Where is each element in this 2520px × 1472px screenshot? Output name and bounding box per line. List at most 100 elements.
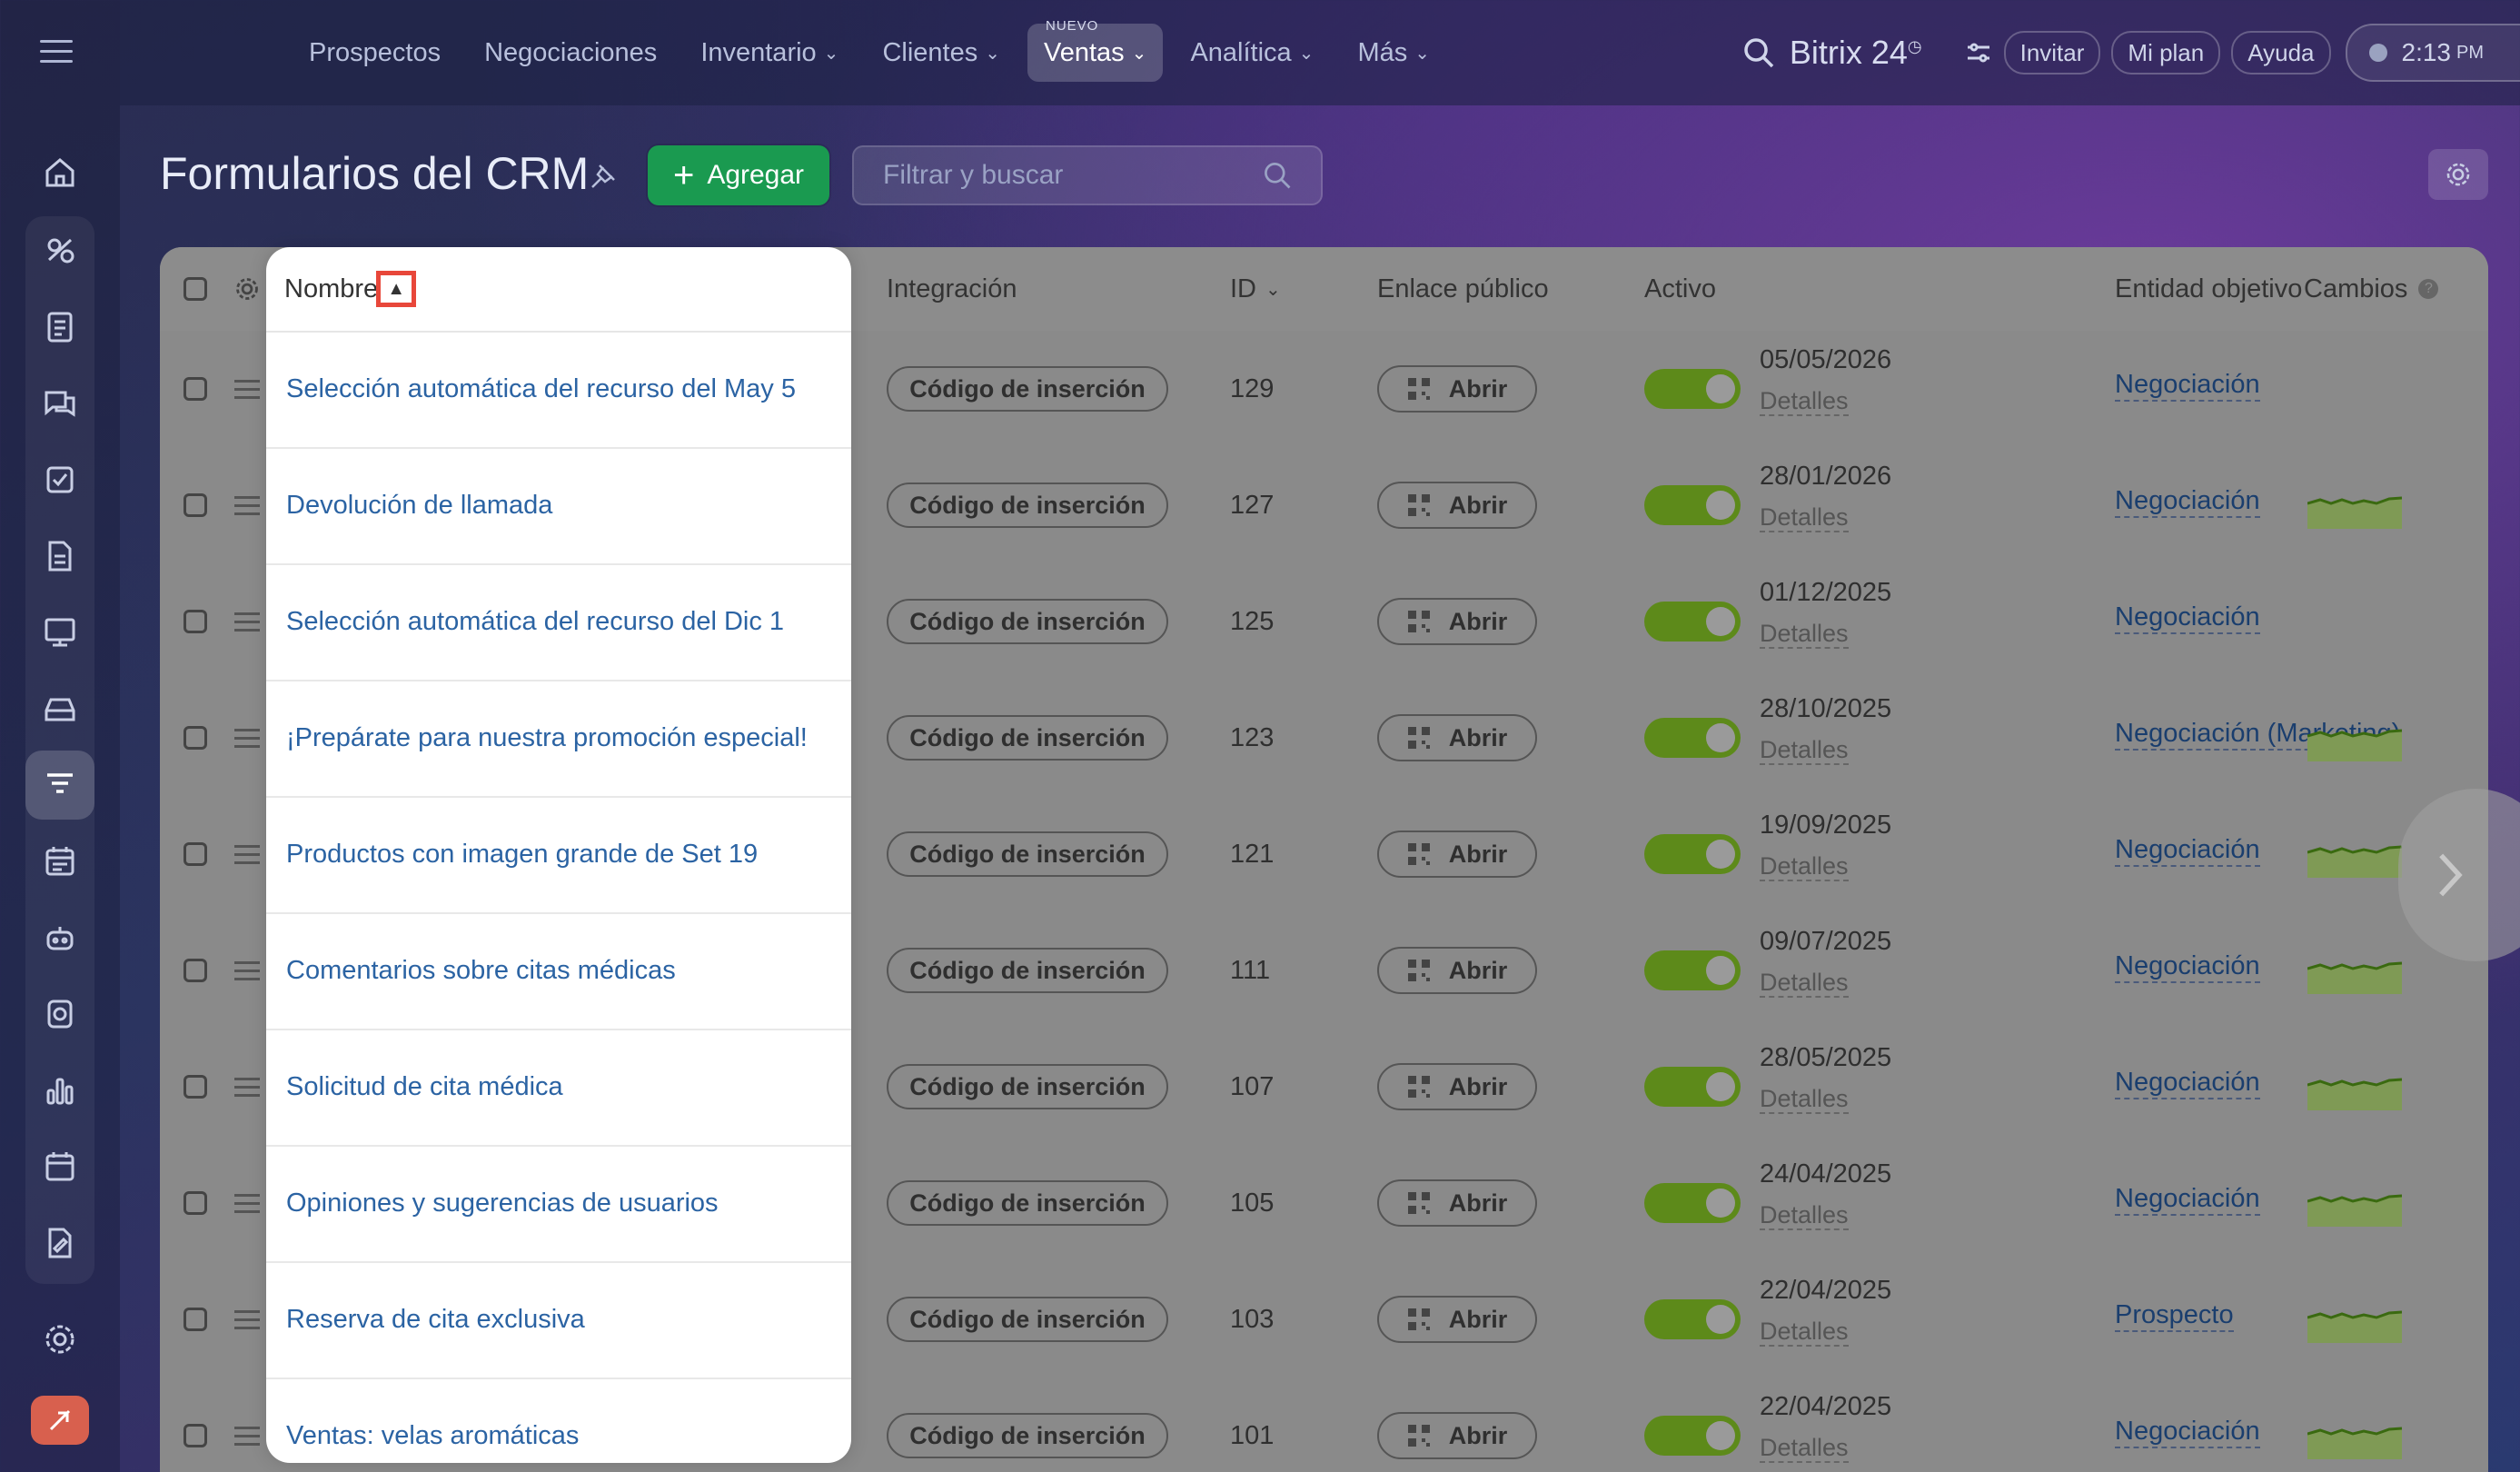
column-id[interactable]: ID ⌄ bbox=[1230, 247, 1281, 331]
nav-item[interactable]: Analítica ⌄ bbox=[1174, 24, 1330, 82]
search-icon[interactable] bbox=[1261, 159, 1294, 192]
form-name-link[interactable]: Selección automática del recurso del May… bbox=[266, 331, 851, 449]
form-name-link[interactable]: Opiniones y sugerencias de usuarios bbox=[266, 1145, 851, 1263]
column-settings-icon[interactable] bbox=[234, 276, 260, 302]
target-entity-link[interactable]: Prospecto bbox=[2115, 1299, 2234, 1332]
drag-handle-icon[interactable] bbox=[234, 845, 260, 870]
open-public-link-button[interactable]: Abrir bbox=[1377, 714, 1537, 761]
open-public-link-button[interactable]: Abrir bbox=[1377, 1296, 1537, 1343]
open-public-link-button[interactable]: Abrir bbox=[1377, 947, 1537, 994]
signature-icon[interactable] bbox=[25, 1208, 94, 1278]
gauge-icon[interactable] bbox=[25, 216, 94, 285]
form-name-link[interactable]: ¡Prepárate para nuestra promoción especi… bbox=[266, 680, 851, 798]
active-toggle[interactable] bbox=[1644, 950, 1741, 990]
open-public-link-button[interactable]: Abrir bbox=[1377, 1412, 1537, 1459]
integration-button[interactable]: Código de inserción bbox=[887, 831, 1168, 877]
nav-item[interactable]: Negociaciones bbox=[468, 24, 673, 82]
open-public-link-button[interactable]: Abrir bbox=[1377, 482, 1537, 529]
calendar-list-icon[interactable] bbox=[25, 827, 94, 896]
form-name-link[interactable]: Reserva de cita exclusiva bbox=[266, 1261, 851, 1379]
funnel-icon[interactable] bbox=[25, 751, 94, 820]
sliders-icon[interactable] bbox=[1964, 38, 1993, 67]
open-public-link-button[interactable]: Abrir bbox=[1377, 1063, 1537, 1110]
details-link[interactable]: Detalles bbox=[1760, 1201, 1849, 1230]
active-toggle[interactable] bbox=[1644, 1299, 1741, 1339]
target-entity-link[interactable]: Negociación bbox=[2115, 369, 2260, 402]
target-entity-link[interactable]: Negociación bbox=[2115, 950, 2260, 983]
open-public-link-button[interactable]: Abrir bbox=[1377, 830, 1537, 878]
settings-button[interactable] bbox=[2428, 149, 2488, 200]
open-public-link-button[interactable]: Abrir bbox=[1377, 598, 1537, 645]
target-entity-link[interactable]: Negociación bbox=[2115, 834, 2260, 867]
select-all-checkbox[interactable] bbox=[184, 277, 207, 301]
form-name-link[interactable]: Comentarios sobre citas médicas bbox=[266, 912, 851, 1030]
integration-button[interactable]: Código de inserción bbox=[887, 482, 1168, 528]
sort-ascending-icon[interactable]: ▲ bbox=[376, 271, 417, 307]
filter-search-box[interactable] bbox=[852, 145, 1323, 205]
drag-handle-icon[interactable] bbox=[234, 961, 260, 986]
analytics-icon[interactable] bbox=[25, 1056, 94, 1125]
column-name-header[interactable]: Nombre ▲ bbox=[266, 247, 851, 333]
column-public-link[interactable]: Enlace público bbox=[1377, 247, 1549, 331]
column-integration[interactable]: Integración bbox=[887, 247, 1017, 331]
open-public-link-button[interactable]: Abrir bbox=[1377, 1179, 1537, 1227]
integration-button[interactable]: Código de inserción bbox=[887, 1413, 1168, 1458]
drag-handle-icon[interactable] bbox=[234, 612, 260, 637]
form-name-link[interactable]: Selección automática del recurso del Dic… bbox=[266, 563, 851, 681]
search-icon[interactable] bbox=[1741, 35, 1777, 71]
details-link[interactable]: Detalles bbox=[1760, 1085, 1849, 1114]
row-checkbox[interactable] bbox=[184, 1308, 207, 1331]
active-toggle[interactable] bbox=[1644, 1183, 1741, 1223]
row-checkbox[interactable] bbox=[184, 610, 207, 633]
active-toggle[interactable] bbox=[1644, 602, 1741, 642]
active-toggle[interactable] bbox=[1644, 485, 1741, 525]
row-checkbox[interactable] bbox=[184, 1191, 207, 1215]
row-checkbox[interactable] bbox=[184, 1075, 207, 1099]
details-link[interactable]: Detalles bbox=[1760, 1434, 1849, 1463]
details-link[interactable]: Detalles bbox=[1760, 620, 1849, 649]
form-name-link[interactable]: Productos con imagen grande de Set 19 bbox=[266, 796, 851, 914]
target-entity-link[interactable]: Negociación bbox=[2115, 485, 2260, 518]
settings-gear-icon[interactable] bbox=[25, 1305, 94, 1374]
search-input[interactable] bbox=[881, 159, 1261, 192]
integration-button[interactable]: Código de inserción bbox=[887, 1180, 1168, 1226]
menu-icon[interactable] bbox=[40, 40, 73, 64]
row-checkbox[interactable] bbox=[184, 726, 207, 750]
row-checkbox[interactable] bbox=[184, 1424, 207, 1447]
drag-handle-icon[interactable] bbox=[234, 1310, 260, 1335]
target-entity-link[interactable]: Negociación bbox=[2115, 602, 2260, 634]
active-toggle[interactable] bbox=[1644, 718, 1741, 758]
open-public-link-button[interactable]: Abrir bbox=[1377, 365, 1537, 413]
active-toggle[interactable] bbox=[1644, 1416, 1741, 1456]
home-icon[interactable] bbox=[25, 138, 94, 207]
details-link[interactable]: Detalles bbox=[1760, 1318, 1849, 1347]
column-changes[interactable]: Cambios? bbox=[2304, 247, 2439, 331]
column-active[interactable]: Activo bbox=[1644, 247, 1716, 331]
drag-handle-icon[interactable] bbox=[234, 1427, 260, 1451]
active-toggle[interactable] bbox=[1644, 369, 1741, 409]
integration-button[interactable]: Código de inserción bbox=[887, 948, 1168, 993]
presentation-icon[interactable] bbox=[25, 598, 94, 667]
row-checkbox[interactable] bbox=[184, 493, 207, 517]
plan-button[interactable]: Mi plan bbox=[2111, 31, 2221, 75]
row-checkbox[interactable] bbox=[184, 959, 207, 982]
details-link[interactable]: Detalles bbox=[1760, 852, 1849, 881]
row-checkbox[interactable] bbox=[184, 842, 207, 866]
invite-button[interactable]: Invitar bbox=[2003, 31, 2101, 75]
chat-icon[interactable] bbox=[25, 369, 94, 438]
target-entity-link[interactable]: Negociación bbox=[2115, 1183, 2260, 1216]
column-target-entity[interactable]: Entidad objetivo bbox=[2115, 247, 2302, 331]
form-name-link[interactable]: Ventas: velas aromáticas bbox=[266, 1378, 851, 1463]
pin-icon[interactable] bbox=[589, 162, 618, 191]
drag-handle-icon[interactable] bbox=[234, 380, 260, 404]
help-button[interactable]: Ayuda bbox=[2231, 31, 2331, 75]
nav-item[interactable]: Más ⌄ bbox=[1341, 24, 1446, 82]
drag-handle-icon[interactable] bbox=[234, 1194, 260, 1218]
rocket-icon[interactable] bbox=[31, 1396, 89, 1445]
integration-button[interactable]: Código de inserción bbox=[887, 1297, 1168, 1342]
brand-logo[interactable]: Bitrix 24◷ bbox=[1790, 34, 1922, 72]
active-toggle[interactable] bbox=[1644, 834, 1741, 874]
details-link[interactable]: Detalles bbox=[1760, 387, 1849, 416]
integration-button[interactable]: Código de inserción bbox=[887, 599, 1168, 644]
nav-item[interactable]: Inventario ⌄ bbox=[684, 24, 855, 82]
